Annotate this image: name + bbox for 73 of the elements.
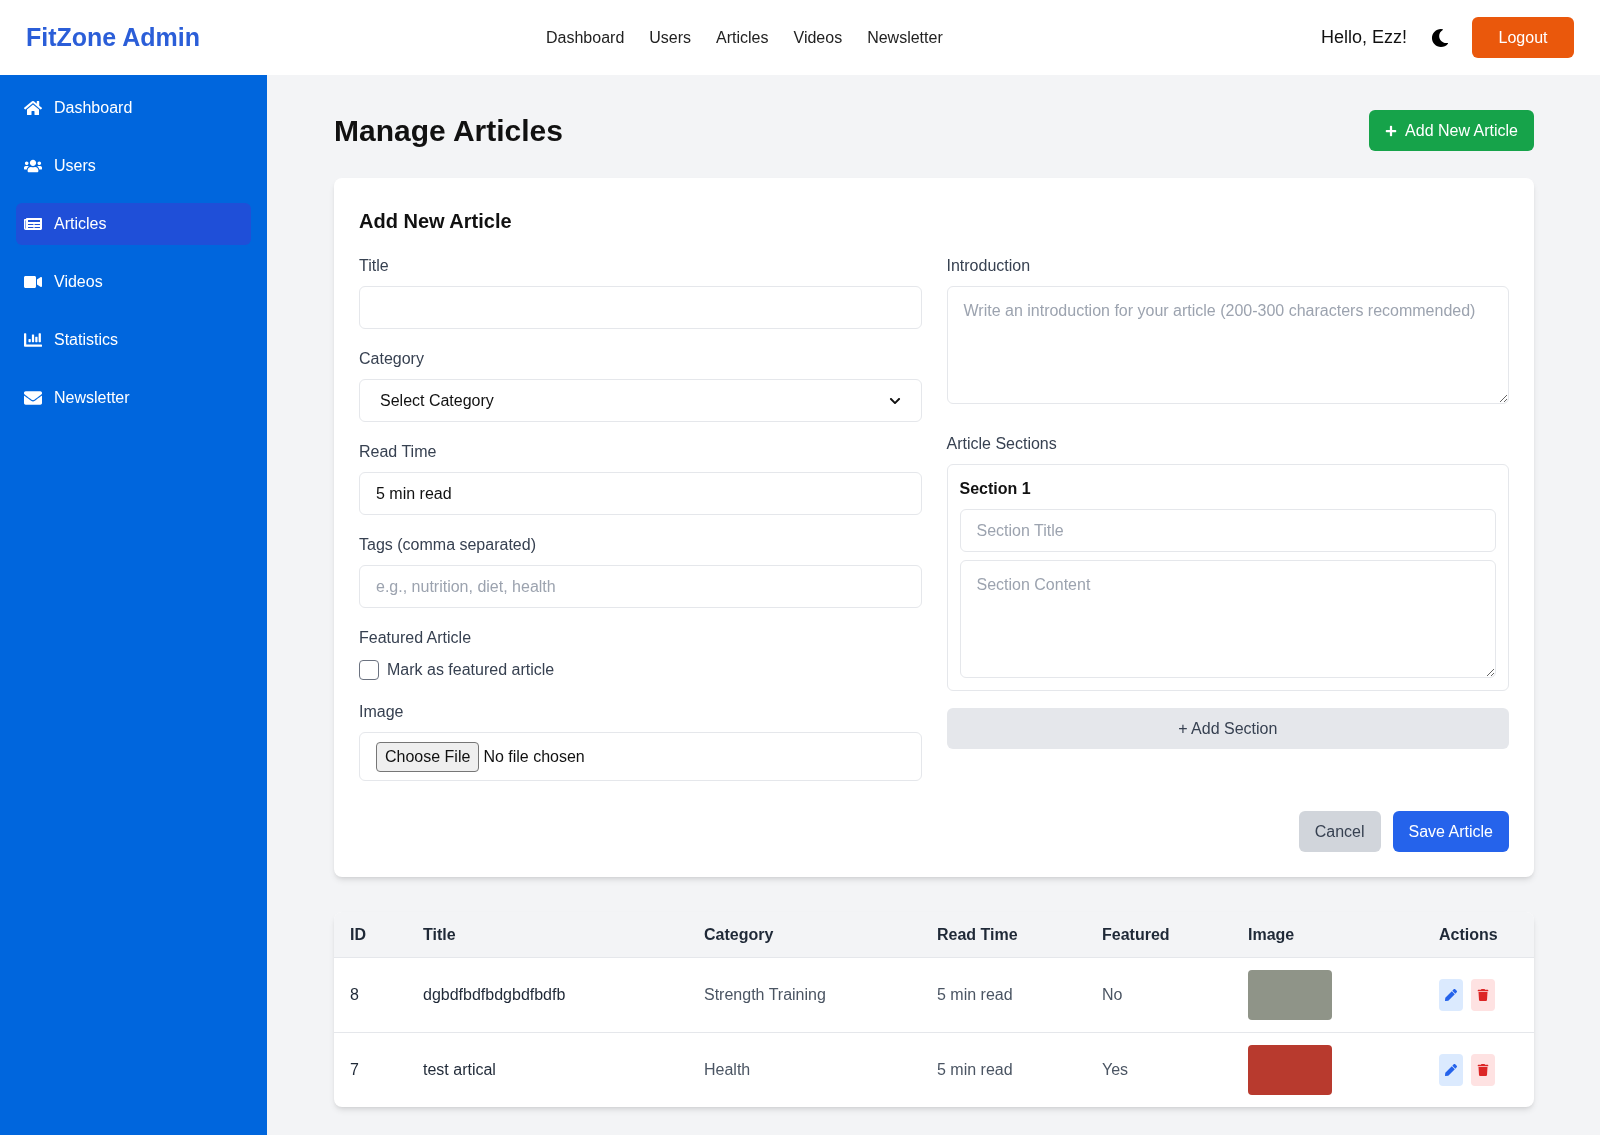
add-section-button[interactable]: + Add Section <box>946 708 1509 749</box>
pencil-icon <box>1445 1064 1457 1076</box>
table-cell-text: 7 <box>349 1060 360 1080</box>
column-header: Featured <box>1101 924 1171 945</box>
delete-button[interactable] <box>1471 979 1495 1011</box>
nav-link[interactable]: Newsletter <box>867 25 943 50</box>
table-cell-text: Yes <box>1101 1060 1130 1080</box>
table-cell-text: Health <box>703 1060 752 1080</box>
nav-link[interactable]: Users <box>649 25 692 50</box>
envelope-icon <box>24 389 42 407</box>
field-label: Title <box>359 256 390 276</box>
field-label: Introduction <box>946 256 1032 276</box>
table-cell-text: 5 min read <box>936 1060 1014 1080</box>
checkbox-label: Mark as featured article <box>387 660 555 680</box>
column-header: Category <box>703 924 775 945</box>
newspaper-icon <box>24 215 42 233</box>
sidebar-item[interactable]: Dashboard <box>16 87 251 129</box>
section-content-field[interactable]: Section Content <box>959 560 1496 678</box>
field-label: Image <box>359 702 405 722</box>
greeting: Hello, Ezz! <box>1320 26 1407 49</box>
field-label: Read Time <box>359 442 438 462</box>
nav-link[interactable]: Articles <box>716 25 769 50</box>
field-label: Category <box>359 349 425 369</box>
file-field[interactable]: Choose File No file chosen <box>359 732 922 781</box>
sidebar-item[interactable]: Statistics <box>16 319 251 361</box>
page-title: Manage Articles <box>334 113 563 149</box>
cancel-button[interactable]: Cancel <box>1298 811 1381 852</box>
table-cell-text: 8 <box>349 985 360 1005</box>
save-article-button[interactable]: Save Article <box>1392 811 1509 852</box>
checkbox[interactable] <box>359 660 379 680</box>
introduction-field[interactable]: Write an introduction for your article (200-300 characters recommended) <box>946 286 1509 404</box>
delete-button[interactable] <box>1471 1054 1495 1086</box>
choose-file-button[interactable]: Choose File <box>376 741 480 772</box>
column-header: ID <box>349 924 367 945</box>
table-cell-text: Strength Training <box>703 985 827 1005</box>
logout-button[interactable]: Logout <box>1472 17 1574 58</box>
text-field[interactable]: e.g., nutrition, diet, health <box>359 565 922 608</box>
field-label: Tags (comma separated) <box>359 535 537 555</box>
brand-logo[interactable]: FitZone Admin <box>26 18 546 57</box>
bar-chart-icon <box>24 331 42 349</box>
category-select[interactable]: Select Category <box>359 379 922 422</box>
edit-button[interactable] <box>1439 1054 1463 1086</box>
home-icon <box>24 99 42 117</box>
users-icon <box>24 157 42 175</box>
column-header: Actions <box>1438 924 1499 945</box>
video-camera-icon <box>24 273 42 291</box>
table-cell-text: test artical <box>422 1060 497 1080</box>
column-header: Image <box>1247 924 1296 945</box>
dark-mode-icon[interactable] <box>1431 28 1449 47</box>
text-field[interactable]: 5 min read <box>359 472 922 515</box>
table-cell-text: dgbdfbdfbdgbdfbdfb <box>422 985 567 1005</box>
table-cell-text: 5 min read <box>936 985 1014 1005</box>
column-header: Title <box>422 924 457 945</box>
sidebar-item[interactable]: Videos <box>16 261 251 303</box>
sidebar-item[interactable]: Newsletter <box>16 377 251 419</box>
table-cell-text: No <box>1101 985 1124 1005</box>
trash-icon <box>1477 1064 1489 1076</box>
sidebar-item[interactable]: Articles <box>16 203 251 245</box>
plus-icon <box>1385 124 1398 137</box>
trash-icon <box>1477 989 1489 1001</box>
sidebar-item[interactable]: Users <box>16 145 251 187</box>
section-heading: Section 1 <box>959 479 1032 499</box>
file-status: No file chosen <box>483 746 585 767</box>
nav-link[interactable]: Videos <box>793 25 843 50</box>
text-field[interactable] <box>359 286 922 329</box>
nav-link[interactable]: Dashboard <box>546 25 625 50</box>
edit-button[interactable] <box>1439 979 1463 1011</box>
section-title-field[interactable]: Section Title <box>959 509 1496 552</box>
field-label: Featured Article <box>359 628 473 648</box>
field-label: Article Sections <box>946 434 1058 454</box>
column-header: Read Time <box>936 924 1019 945</box>
form-title: Add New Article <box>359 209 513 234</box>
pencil-icon <box>1445 989 1457 1001</box>
